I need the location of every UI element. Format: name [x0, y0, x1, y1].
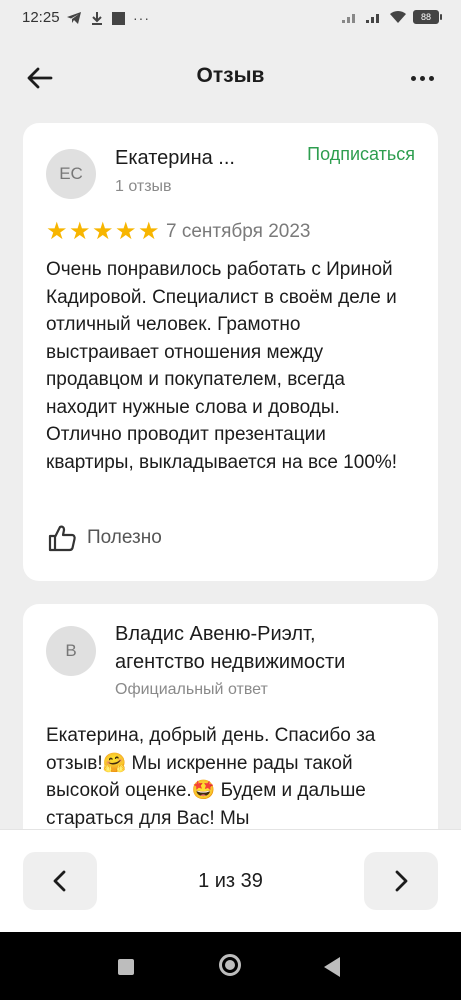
page-title: Отзыв	[196, 64, 265, 87]
reply-text: Екатерина, добрый день. Спасибо за отзыв…	[46, 725, 376, 829]
official-reply-card: В Владис Авеню-Риэлт, агентство недвижим…	[23, 604, 438, 864]
signal-icon	[342, 14, 355, 23]
avatar[interactable]: ЕС	[46, 149, 96, 199]
star-icon: ★	[92, 218, 114, 245]
reviewer-name[interactable]: Екатерина ...	[115, 147, 235, 170]
pager-bar: 1 из 39	[0, 829, 461, 933]
review-card: ЕС Екатерина ... 1 отзыв Подписаться ★ ★…	[23, 123, 438, 581]
status-time: 12:25	[22, 9, 60, 26]
notification-square-icon	[112, 11, 125, 25]
rating-stars: ★ ★ ★ ★ ★	[46, 218, 160, 245]
dot	[419, 75, 425, 81]
system-back-button[interactable]	[324, 957, 340, 977]
app-header: Отзыв	[0, 36, 461, 118]
helpful-label: Полезно	[87, 527, 162, 548]
review-date: 7 сентября 2023	[166, 221, 311, 242]
dot	[428, 75, 434, 81]
battery-icon: 88	[413, 10, 442, 24]
home-button[interactable]	[219, 954, 241, 976]
official-reply-label: Официальный ответ	[115, 681, 268, 698]
recent-apps-button[interactable]	[118, 959, 134, 975]
status-left-icons: ···	[66, 10, 150, 26]
star-icon: ★	[69, 218, 91, 245]
status-bar: 12:25 ··· 88	[0, 0, 461, 36]
company-name-line2[interactable]: агентство недвижимости	[115, 651, 345, 674]
telegram-icon	[67, 12, 81, 24]
review-text: Очень понравилось работать с Ириной Кади…	[46, 259, 398, 473]
more-notifications-icon: ···	[133, 10, 150, 26]
company-name-line1[interactable]: Владис Авеню-Риэлт,	[115, 623, 316, 646]
chevron-right-icon	[395, 870, 408, 892]
avatar[interactable]: В	[46, 626, 96, 676]
helpful-button[interactable]: Полезно	[47, 523, 162, 553]
reviewer-review-count: 1 отзыв	[115, 178, 172, 195]
more-options-button[interactable]	[407, 68, 437, 88]
next-review-button[interactable]	[364, 852, 438, 910]
download-icon	[92, 12, 102, 25]
dot	[410, 75, 416, 81]
star-icon: ★	[115, 218, 137, 245]
star-icon: ★	[46, 218, 68, 245]
wifi-icon	[390, 10, 406, 23]
subscribe-button[interactable]: Подписаться	[307, 144, 415, 165]
thumbs-up-icon	[48, 525, 76, 552]
status-right-icons: 88	[341, 10, 442, 24]
star-icon: ★	[138, 218, 160, 245]
system-navigation-bar	[0, 932, 461, 1000]
signal-icon-2	[366, 14, 379, 23]
